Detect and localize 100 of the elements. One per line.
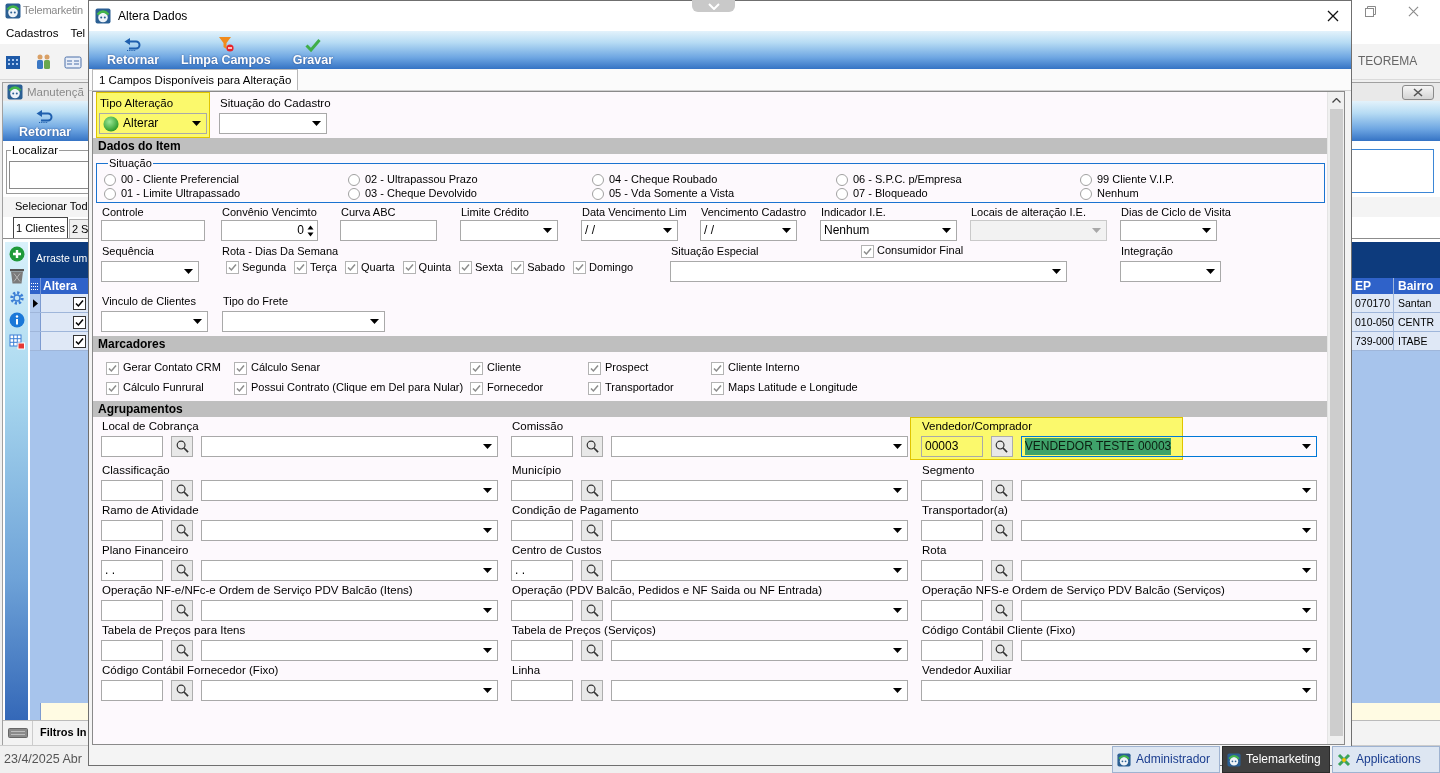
search-button[interactable] bbox=[990, 560, 1013, 581]
search-button[interactable] bbox=[171, 680, 193, 701]
dropdown[interactable] bbox=[1020, 520, 1317, 541]
spin-field[interactable]: 0 bbox=[221, 220, 318, 241]
radio-button[interactable] bbox=[836, 174, 848, 186]
plus-circle-icon[interactable] bbox=[8, 246, 25, 262]
restore-icon[interactable] bbox=[1365, 5, 1376, 17]
input-field[interactable]: . . bbox=[511, 560, 573, 581]
dropdown[interactable] bbox=[101, 311, 208, 332]
taskbar-button[interactable]: Telemarketing bbox=[1222, 746, 1330, 773]
checkbox[interactable] bbox=[73, 334, 86, 348]
checkbox[interactable] bbox=[861, 244, 874, 258]
checkbox[interactable] bbox=[588, 361, 601, 375]
checkbox[interactable] bbox=[226, 261, 239, 275]
search-button[interactable] bbox=[581, 640, 603, 661]
input-field[interactable] bbox=[921, 600, 983, 621]
search-button[interactable] bbox=[990, 600, 1013, 621]
checkbox[interactable] bbox=[402, 261, 416, 275]
checkbox[interactable] bbox=[73, 296, 86, 310]
dropdown[interactable] bbox=[611, 520, 908, 541]
column-header[interactable]: Bairro bbox=[1394, 278, 1440, 294]
dropdown[interactable] bbox=[611, 560, 908, 581]
search-button[interactable] bbox=[171, 520, 193, 541]
input-field[interactable] bbox=[101, 600, 163, 621]
dropdown[interactable] bbox=[201, 520, 498, 541]
trash-icon[interactable] bbox=[8, 268, 25, 284]
gear-icon[interactable] bbox=[8, 290, 25, 306]
search-button[interactable] bbox=[171, 480, 193, 501]
dropdown[interactable] bbox=[1020, 600, 1317, 621]
input-field[interactable] bbox=[340, 220, 437, 241]
radio-button[interactable] bbox=[104, 188, 116, 200]
dropdown[interactable] bbox=[101, 261, 199, 282]
checkbox[interactable] bbox=[470, 361, 483, 375]
checkbox[interactable] bbox=[294, 261, 308, 275]
input-field[interactable] bbox=[101, 480, 163, 501]
input-field[interactable]: 00003 bbox=[921, 436, 983, 457]
dropdown[interactable] bbox=[611, 600, 908, 621]
dropdown[interactable] bbox=[460, 220, 558, 241]
search-button[interactable] bbox=[171, 640, 193, 661]
dropdown[interactable] bbox=[201, 436, 498, 457]
menu-item[interactable]: Cadastros bbox=[6, 25, 59, 41]
checkbox[interactable] bbox=[711, 381, 724, 395]
input-field[interactable] bbox=[101, 436, 163, 457]
search-button[interactable] bbox=[990, 480, 1013, 501]
input-field[interactable] bbox=[921, 520, 983, 541]
dropdown[interactable] bbox=[201, 560, 498, 581]
input-field[interactable] bbox=[921, 480, 983, 501]
input-field[interactable] bbox=[101, 680, 163, 701]
input-field[interactable] bbox=[101, 520, 163, 541]
dropdown[interactable] bbox=[921, 680, 1317, 701]
search-button[interactable] bbox=[990, 436, 1013, 457]
menu-item[interactable]: Tel bbox=[70, 25, 86, 41]
checkbox[interactable] bbox=[511, 261, 525, 275]
input-field[interactable] bbox=[511, 480, 573, 501]
close-icon[interactable] bbox=[1408, 5, 1419, 17]
taskbar-button[interactable]: Administrador bbox=[1112, 746, 1220, 773]
dropdown[interactable]: Alterar bbox=[99, 113, 207, 134]
dropdown[interactable] bbox=[611, 436, 908, 457]
input-field[interactable] bbox=[9, 161, 91, 189]
input-field[interactable] bbox=[101, 220, 205, 241]
select-all-option[interactable]: Selecionar Tod bbox=[15, 200, 88, 214]
dropdown[interactable] bbox=[611, 680, 908, 701]
close-button[interactable] bbox=[1402, 84, 1434, 100]
checkbox[interactable] bbox=[73, 315, 86, 329]
radio-button[interactable] bbox=[1080, 174, 1092, 186]
checkbox[interactable] bbox=[470, 381, 483, 395]
search-button[interactable] bbox=[171, 600, 193, 621]
input-field[interactable] bbox=[511, 436, 573, 457]
checkbox[interactable] bbox=[459, 261, 472, 275]
dropdown[interactable]: Nenhum bbox=[820, 220, 957, 241]
tab[interactable]: 1 Campos Disponíveis para Alteração bbox=[92, 69, 299, 90]
taskbar-button[interactable]: Applications bbox=[1332, 746, 1440, 773]
collapse-handle[interactable] bbox=[692, 0, 735, 12]
search-button[interactable] bbox=[581, 600, 603, 621]
radio-button[interactable] bbox=[592, 174, 604, 186]
input-field[interactable] bbox=[921, 560, 983, 581]
dropdown[interactable] bbox=[222, 311, 385, 332]
radio-button[interactable] bbox=[104, 174, 116, 186]
dropdown[interactable] bbox=[1020, 640, 1317, 661]
column-header[interactable]: Altera bbox=[41, 278, 88, 294]
dropdown[interactable] bbox=[670, 261, 1067, 282]
dropdown[interactable] bbox=[219, 113, 327, 134]
input-field[interactable] bbox=[511, 520, 573, 541]
search-button[interactable] bbox=[581, 436, 603, 457]
input-field[interactable] bbox=[1352, 149, 1434, 193]
checkbox[interactable] bbox=[106, 361, 119, 375]
checkbox[interactable] bbox=[106, 381, 119, 395]
dropdown[interactable] bbox=[1120, 220, 1217, 241]
info-icon[interactable] bbox=[8, 312, 25, 328]
dropdown[interactable] bbox=[201, 480, 498, 501]
scrollbar[interactable] bbox=[1327, 92, 1344, 744]
dropdown[interactable] bbox=[1020, 480, 1317, 501]
radio-button[interactable] bbox=[348, 174, 360, 186]
dropdown[interactable] bbox=[1120, 261, 1221, 282]
input-field[interactable]: . . bbox=[101, 560, 163, 581]
search-button[interactable] bbox=[581, 480, 603, 501]
grid-icon[interactable] bbox=[8, 334, 25, 350]
radio-button[interactable] bbox=[348, 188, 360, 200]
keyboard-icon[interactable] bbox=[7, 728, 28, 738]
input-field[interactable] bbox=[511, 600, 573, 621]
